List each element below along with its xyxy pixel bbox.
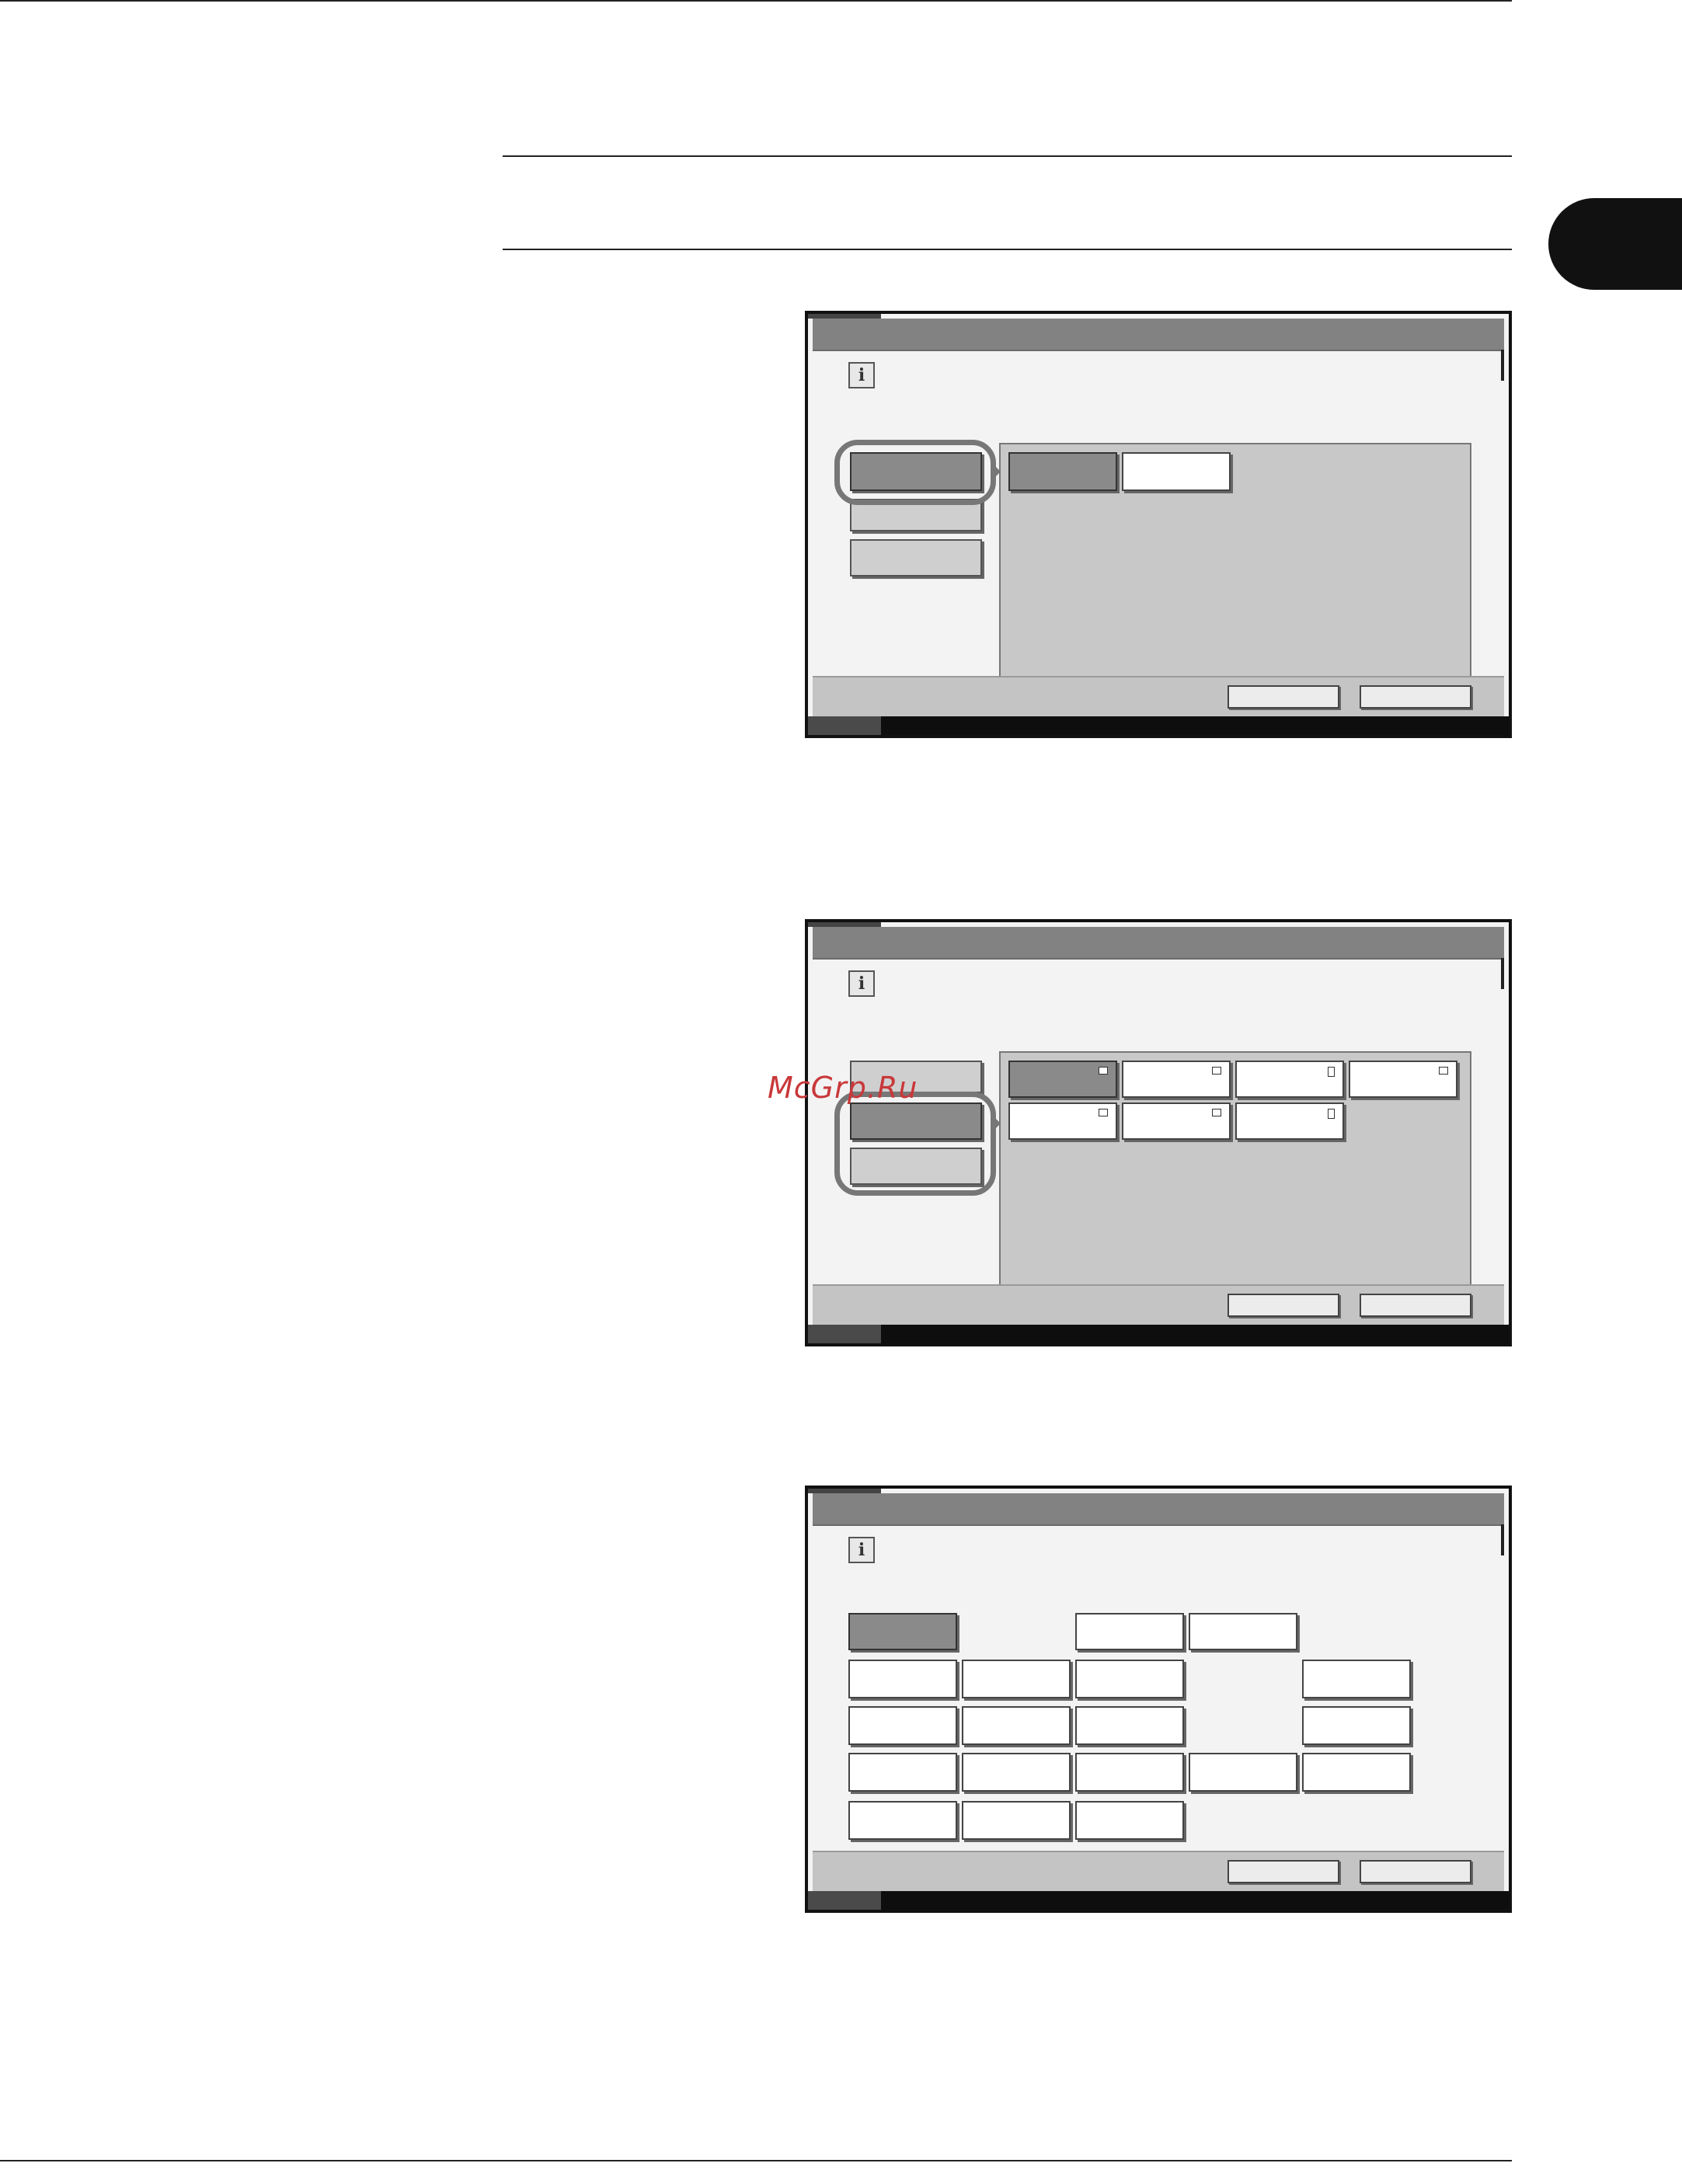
- page-top-rule: [0, 0, 1512, 2]
- ok-button[interactable]: [1360, 685, 1471, 709]
- title-bar: [813, 1493, 1504, 1526]
- section-rule-bottom: [503, 249, 1512, 250]
- frame-edge: [1501, 1524, 1504, 1555]
- option-button[interactable]: [1075, 1706, 1184, 1745]
- status-bar: [808, 1891, 1509, 1910]
- ok-button[interactable]: [1360, 1860, 1471, 1883]
- option-button[interactable]: [848, 1613, 957, 1650]
- option-button[interactable]: [1008, 452, 1117, 491]
- option-button[interactable]: [848, 1753, 957, 1792]
- portrait-paper-icon: [1328, 1067, 1335, 1077]
- cancel-button[interactable]: [1228, 1294, 1339, 1317]
- paper-size-button[interactable]: [1235, 1102, 1344, 1140]
- option-button[interactable]: [1075, 1660, 1184, 1698]
- options-panel: [999, 1051, 1471, 1289]
- screen-3: i: [805, 1486, 1512, 1913]
- landscape-paper-icon: [1099, 1067, 1108, 1075]
- status-bar: [808, 1325, 1509, 1343]
- option-button[interactable]: [848, 1660, 957, 1698]
- paper-size-button[interactable]: [1008, 1102, 1117, 1140]
- selection-highlight: [834, 1092, 996, 1196]
- option-button[interactable]: [1189, 1613, 1297, 1650]
- frame-edge: [1501, 958, 1504, 989]
- option-button[interactable]: [848, 1801, 957, 1840]
- paper-size-button[interactable]: [1008, 1061, 1117, 1098]
- watermark: McGrp.Ru: [768, 1071, 918, 1105]
- option-button[interactable]: [962, 1753, 1071, 1792]
- options-panel: [999, 443, 1471, 681]
- option-button[interactable]: [1075, 1753, 1184, 1792]
- selection-highlight: [834, 440, 996, 505]
- chapter-tab: [1548, 198, 1682, 290]
- cancel-button[interactable]: [1228, 685, 1339, 709]
- option-button[interactable]: [1302, 1753, 1411, 1792]
- option-button[interactable]: [1302, 1660, 1411, 1698]
- landscape-paper-icon: [1439, 1067, 1448, 1075]
- option-button[interactable]: [962, 1660, 1071, 1698]
- cancel-button[interactable]: [1228, 1860, 1339, 1883]
- portrait-paper-icon: [1328, 1109, 1335, 1119]
- landscape-paper-icon: [1099, 1109, 1108, 1116]
- option-button[interactable]: [848, 1706, 957, 1745]
- info-icon[interactable]: i: [848, 1537, 875, 1563]
- paper-size-button[interactable]: [1122, 1102, 1231, 1140]
- status-bar: [808, 716, 1509, 735]
- option-button[interactable]: [1302, 1706, 1411, 1745]
- paper-size-button[interactable]: [1235, 1061, 1344, 1098]
- tab-button-3[interactable]: [850, 539, 982, 576]
- status-bar-accent: [808, 716, 881, 735]
- paper-size-button[interactable]: [1349, 1061, 1457, 1098]
- option-button[interactable]: [1122, 452, 1231, 491]
- status-bar-accent: [808, 1891, 881, 1910]
- section-rule-top: [503, 155, 1512, 157]
- option-button[interactable]: [1075, 1613, 1184, 1650]
- option-button[interactable]: [962, 1801, 1071, 1840]
- paper-size-button[interactable]: [1122, 1061, 1231, 1098]
- ok-button[interactable]: [1360, 1294, 1471, 1317]
- info-icon[interactable]: i: [848, 970, 875, 997]
- page-bottom-rule: [0, 2160, 1512, 2161]
- option-button[interactable]: [1075, 1801, 1184, 1840]
- landscape-paper-icon: [1212, 1067, 1221, 1075]
- screen-2: i: [805, 919, 1512, 1346]
- option-button[interactable]: [1189, 1753, 1297, 1792]
- frame-edge: [1501, 350, 1504, 381]
- title-bar: [813, 319, 1504, 351]
- status-bar-accent: [808, 1325, 881, 1343]
- option-button[interactable]: [962, 1706, 1071, 1745]
- landscape-paper-icon: [1212, 1109, 1221, 1116]
- screen-1: i: [805, 311, 1512, 738]
- title-bar: [813, 927, 1504, 960]
- info-icon[interactable]: i: [848, 362, 875, 388]
